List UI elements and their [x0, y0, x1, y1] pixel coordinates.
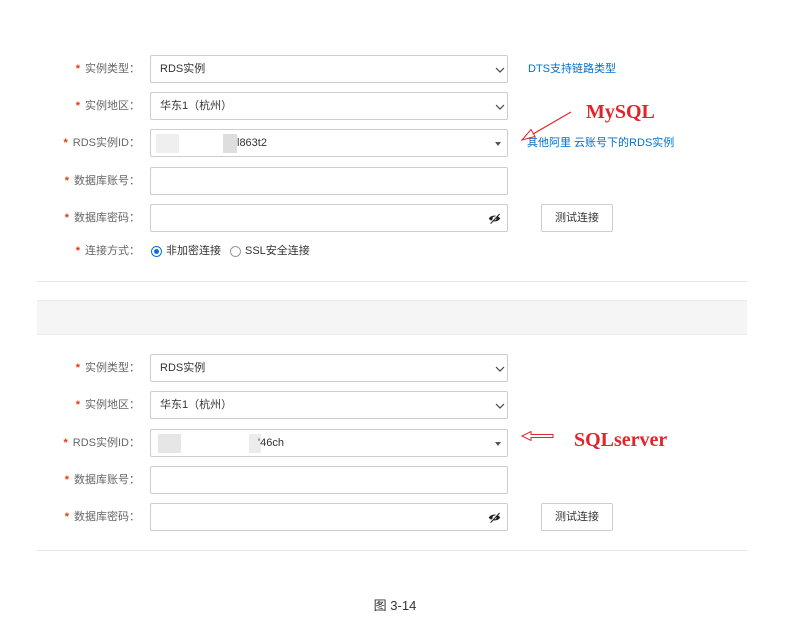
target-instance-id-label: * RDS实例ID： — [63, 436, 140, 450]
required-mark: * — [75, 399, 80, 411]
source-instance-id-label: * RDS实例ID： — [63, 136, 140, 150]
required-mark: * — [75, 245, 80, 257]
required-mark: * — [63, 137, 68, 149]
target-db-password-input[interactable] — [150, 503, 508, 531]
label-text: 实例类型： — [85, 362, 140, 374]
supported-link-types-link[interactable]: DTS支持链路类型 — [528, 62, 616, 76]
mysql-annotation: MySQL — [586, 101, 655, 123]
source-region-select[interactable]: 华东1（杭州） — [150, 92, 508, 120]
target-instance-type-select[interactable]: RDS实例 — [150, 354, 508, 382]
other-account-rds-link[interactable]: 其他阿里 云账号下的RDS实例 — [527, 136, 674, 150]
source-db-password-label: * 数据库密码： — [65, 211, 140, 225]
chevron-down-icon — [495, 104, 505, 110]
redaction-block — [158, 434, 181, 453]
chevron-down-icon — [495, 403, 505, 409]
caret-down-icon — [495, 142, 501, 146]
label-text: 数据库密码： — [74, 511, 140, 523]
radio-option-ssl[interactable]: SSL安全连接 — [230, 244, 310, 258]
caret-down-icon — [495, 442, 501, 446]
radio-option-unencrypted[interactable]: 非加密连接 — [151, 244, 221, 258]
required-mark: * — [64, 212, 69, 224]
figure-caption: 图 3-14 — [373, 598, 417, 613]
label-text: 实例类型： — [85, 63, 140, 75]
label-text: 数据库账号： — [74, 474, 140, 486]
target-instance-type-label: * 实例类型： — [76, 361, 140, 375]
redaction-block — [156, 134, 179, 153]
label-text: RDS实例ID： — [72, 137, 140, 149]
source-region-label: * 实例地区： — [76, 99, 140, 113]
target-region-label: * 实例地区： — [76, 398, 140, 412]
source-test-connection-button[interactable]: 测试连接 — [541, 204, 613, 232]
eye-off-icon[interactable] — [488, 512, 501, 523]
label-text: RDS实例ID： — [72, 437, 140, 449]
select-value: l863t2 — [237, 137, 267, 149]
divider — [37, 281, 747, 282]
source-instance-type-label: * 实例类型： — [76, 62, 140, 76]
target-region-select[interactable]: 华东1（杭州） — [150, 391, 508, 419]
radio-button[interactable] — [230, 245, 241, 257]
source-instance-id-select[interactable]: l863t2 — [150, 129, 508, 157]
label-text: 连接方式： — [85, 245, 140, 257]
select-value: 华东1（杭州） — [160, 100, 233, 112]
required-mark: * — [75, 63, 80, 75]
source-db-password-input[interactable] — [150, 204, 508, 232]
select-value: '46ch — [258, 437, 284, 449]
source-db-account-input[interactable] — [150, 167, 508, 195]
source-instance-type-select[interactable]: RDS实例 — [150, 55, 508, 83]
section-separator-band — [37, 300, 747, 335]
target-db-account-input[interactable] — [150, 466, 508, 494]
arrow-outline — [520, 430, 554, 442]
label-text: 数据库密码： — [74, 212, 140, 224]
sqlserver-arrow-icon — [520, 430, 554, 442]
select-value: RDS实例 — [160, 63, 206, 75]
target-instance-id-select[interactable]: '46ch — [150, 429, 508, 457]
required-mark: * — [64, 474, 69, 486]
label-text: 实例地区： — [85, 100, 140, 112]
radio-button[interactable] — [151, 245, 162, 257]
chevron-down-icon — [495, 67, 505, 73]
target-test-connection-button[interactable]: 测试连接 — [541, 503, 613, 531]
sqlserver-annotation: SQLserver — [574, 429, 668, 451]
source-db-account-label: * 数据库账号： — [65, 174, 140, 188]
target-db-account-label: * 数据库账号： — [65, 473, 140, 487]
required-mark: * — [75, 100, 80, 112]
label-text: 数据库账号： — [74, 175, 140, 187]
required-mark: * — [63, 437, 68, 449]
required-mark: * — [64, 175, 69, 187]
divider — [37, 550, 747, 551]
select-value: 华东1（杭州） — [160, 399, 233, 411]
chevron-down-icon — [495, 366, 505, 372]
target-db-password-label: * 数据库密码： — [65, 510, 140, 524]
arrow-shaft — [532, 111, 572, 135]
label-text: 实例地区： — [85, 399, 140, 411]
radio-label: 非加密连接 — [166, 245, 221, 257]
redaction-block — [223, 134, 237, 153]
select-value: RDS实例 — [160, 362, 206, 374]
required-mark: * — [64, 511, 69, 523]
source-connection-label: * 连接方式： — [76, 244, 140, 258]
eye-off-icon[interactable] — [488, 213, 501, 224]
required-mark: * — [75, 362, 80, 374]
radio-label: SSL安全连接 — [245, 245, 310, 257]
